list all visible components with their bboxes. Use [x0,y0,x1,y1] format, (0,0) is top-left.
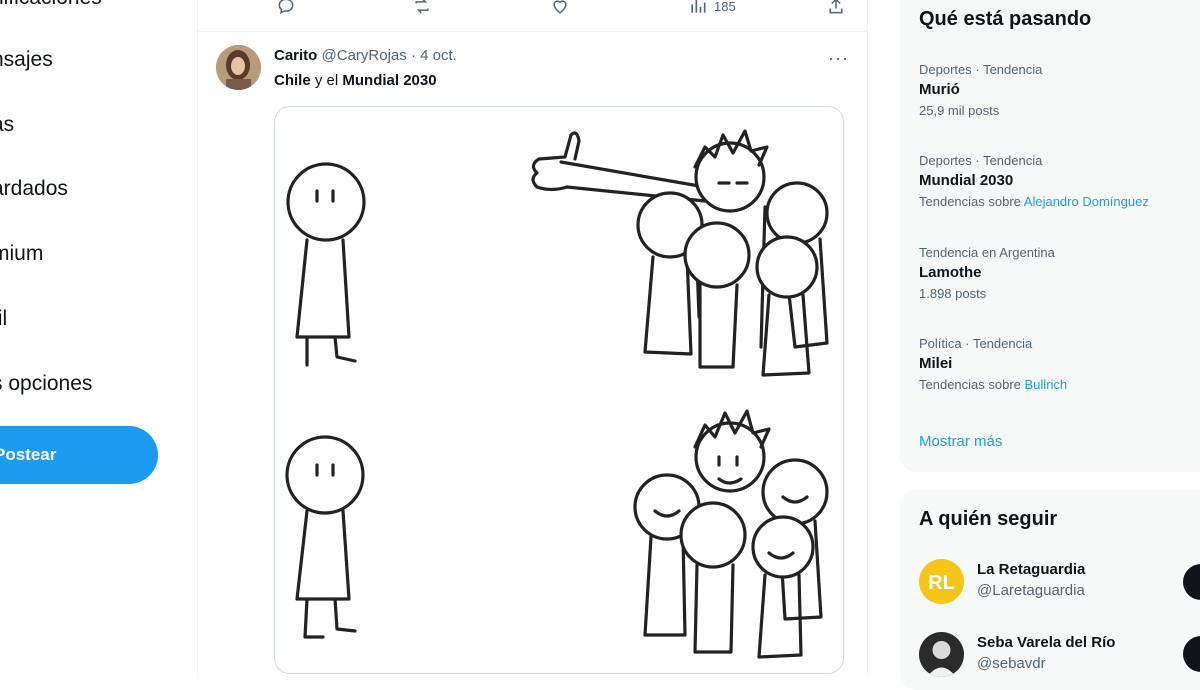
dot-separator: · [410,47,416,64]
trend-name: Milei [919,355,953,372]
suggestion-name: Seba Varela del Río [977,634,1116,651]
trend-item[interactable]: Política · Tendencia Milei Tendencias so… [919,336,1067,392]
trend-sub: 1.898 posts [919,286,987,301]
trends-title: Qué está pasando [919,8,1092,30]
tweet-text: Chile y el Mundial 2030 [274,72,437,89]
trend-context: Tendencia en Argentina [919,245,1055,260]
tweet-text-mid: y el [310,72,343,89]
who-to-follow-title: A quién seguir [919,508,1058,530]
trend-related-link[interactable]: Bullrich [1025,377,1068,392]
trend-item[interactable]: Deportes · Tendencia Murió 25,9 mil post… [919,62,1042,118]
views-count: 185 [714,0,736,14]
views-icon [691,0,706,13]
trend-sub-text: Tendencias sobre [919,377,1025,392]
trend-sub: 25,9 mil posts [919,103,1000,118]
suggestion-handle: @Laretaguardia [977,582,1085,599]
post-button-label: Postear [0,445,57,464]
heart-icon [553,0,567,14]
trend-sub: Tendencias sobre Bullrich [919,377,1067,392]
who-to-follow-panel: A quién seguir RL La Retaguardia @Lareta… [900,490,1200,690]
trend-item[interactable]: Deportes · Tendencia Mundial 2030 Tenden… [919,153,1149,209]
repost-icon [415,0,429,14]
divider [198,31,867,32]
trend-name: Murió [919,81,960,98]
post-date[interactable]: 4 oct. [420,47,457,64]
svg-text:RL: RL [928,572,955,594]
avatar[interactable]: RL [919,559,964,604]
more-options-icon[interactable]: ··· [828,48,849,69]
suggestion-handle: @sebavdr [977,655,1046,672]
avatar[interactable] [216,45,261,90]
views-button[interactable]: 185 [688,0,736,16]
nav-item-profile[interactable]: fil [0,307,7,331]
follow-suggestion[interactable]: RL La Retaguardia @Laretaguardia [919,559,1085,604]
trend-related-link[interactable]: Alejandro Domínguez [1024,194,1149,209]
stick-figure-meme [285,129,829,659]
nav-item-premium[interactable]: mium [0,242,43,266]
author-handle[interactable]: @CaryRojas [322,47,407,64]
suggestion-name: La Retaguardia [977,561,1086,578]
like-button[interactable] [550,0,570,16]
avatar[interactable] [919,632,964,677]
follow-suggestion[interactable]: Seba Varela del Río @sebavdr [919,632,1115,677]
nav-item-notifications[interactable]: nificaciones [0,0,102,10]
author-name[interactable]: Carito [274,47,317,64]
show-more-link[interactable]: Mostrar más [919,433,1002,450]
previous-post-actions: 185 [198,0,867,26]
nav-item-bookmarks[interactable]: ardados [0,177,68,201]
hashtag-chile[interactable]: Chile [274,72,311,89]
timeline: 185 Carito @CaryRojas · 4 oct. ··· Chile… [197,0,868,675]
trend-context: Deportes · Tendencia [919,62,1043,77]
nav-item-more-options[interactable]: s opciones [0,372,92,396]
trend-sub-text: Tendencias sobre [919,194,1024,209]
trend-context: Deportes · Tendencia [919,153,1043,168]
reply-icon [278,0,294,15]
repost-button[interactable] [412,0,432,16]
trend-name: Mundial 2030 [919,172,1014,189]
trend-sub: Tendencias sobre Alejandro Domínguez [919,194,1149,209]
share-icon [829,0,843,14]
nav-item-messages[interactable]: nsajes [0,48,53,72]
trend-context: Política · Tendencia [919,336,1033,351]
reply-button[interactable] [276,0,296,16]
share-button[interactable] [826,0,846,16]
nav-item-lists[interactable]: as [0,113,14,137]
hashtag-mundial[interactable]: Mundial 2030 [342,72,436,89]
trend-name: Lamothe [919,264,982,281]
tweet-image[interactable] [274,106,844,674]
trend-item[interactable]: Tendencia en Argentina Lamothe 1.898 pos… [919,245,1055,301]
trends-panel: Qué está pasando Deportes · Tendencia Mu… [900,0,1200,472]
tweet-header: Carito @CaryRojas · 4 oct. [274,47,457,64]
post-button[interactable]: Postear [0,426,158,484]
